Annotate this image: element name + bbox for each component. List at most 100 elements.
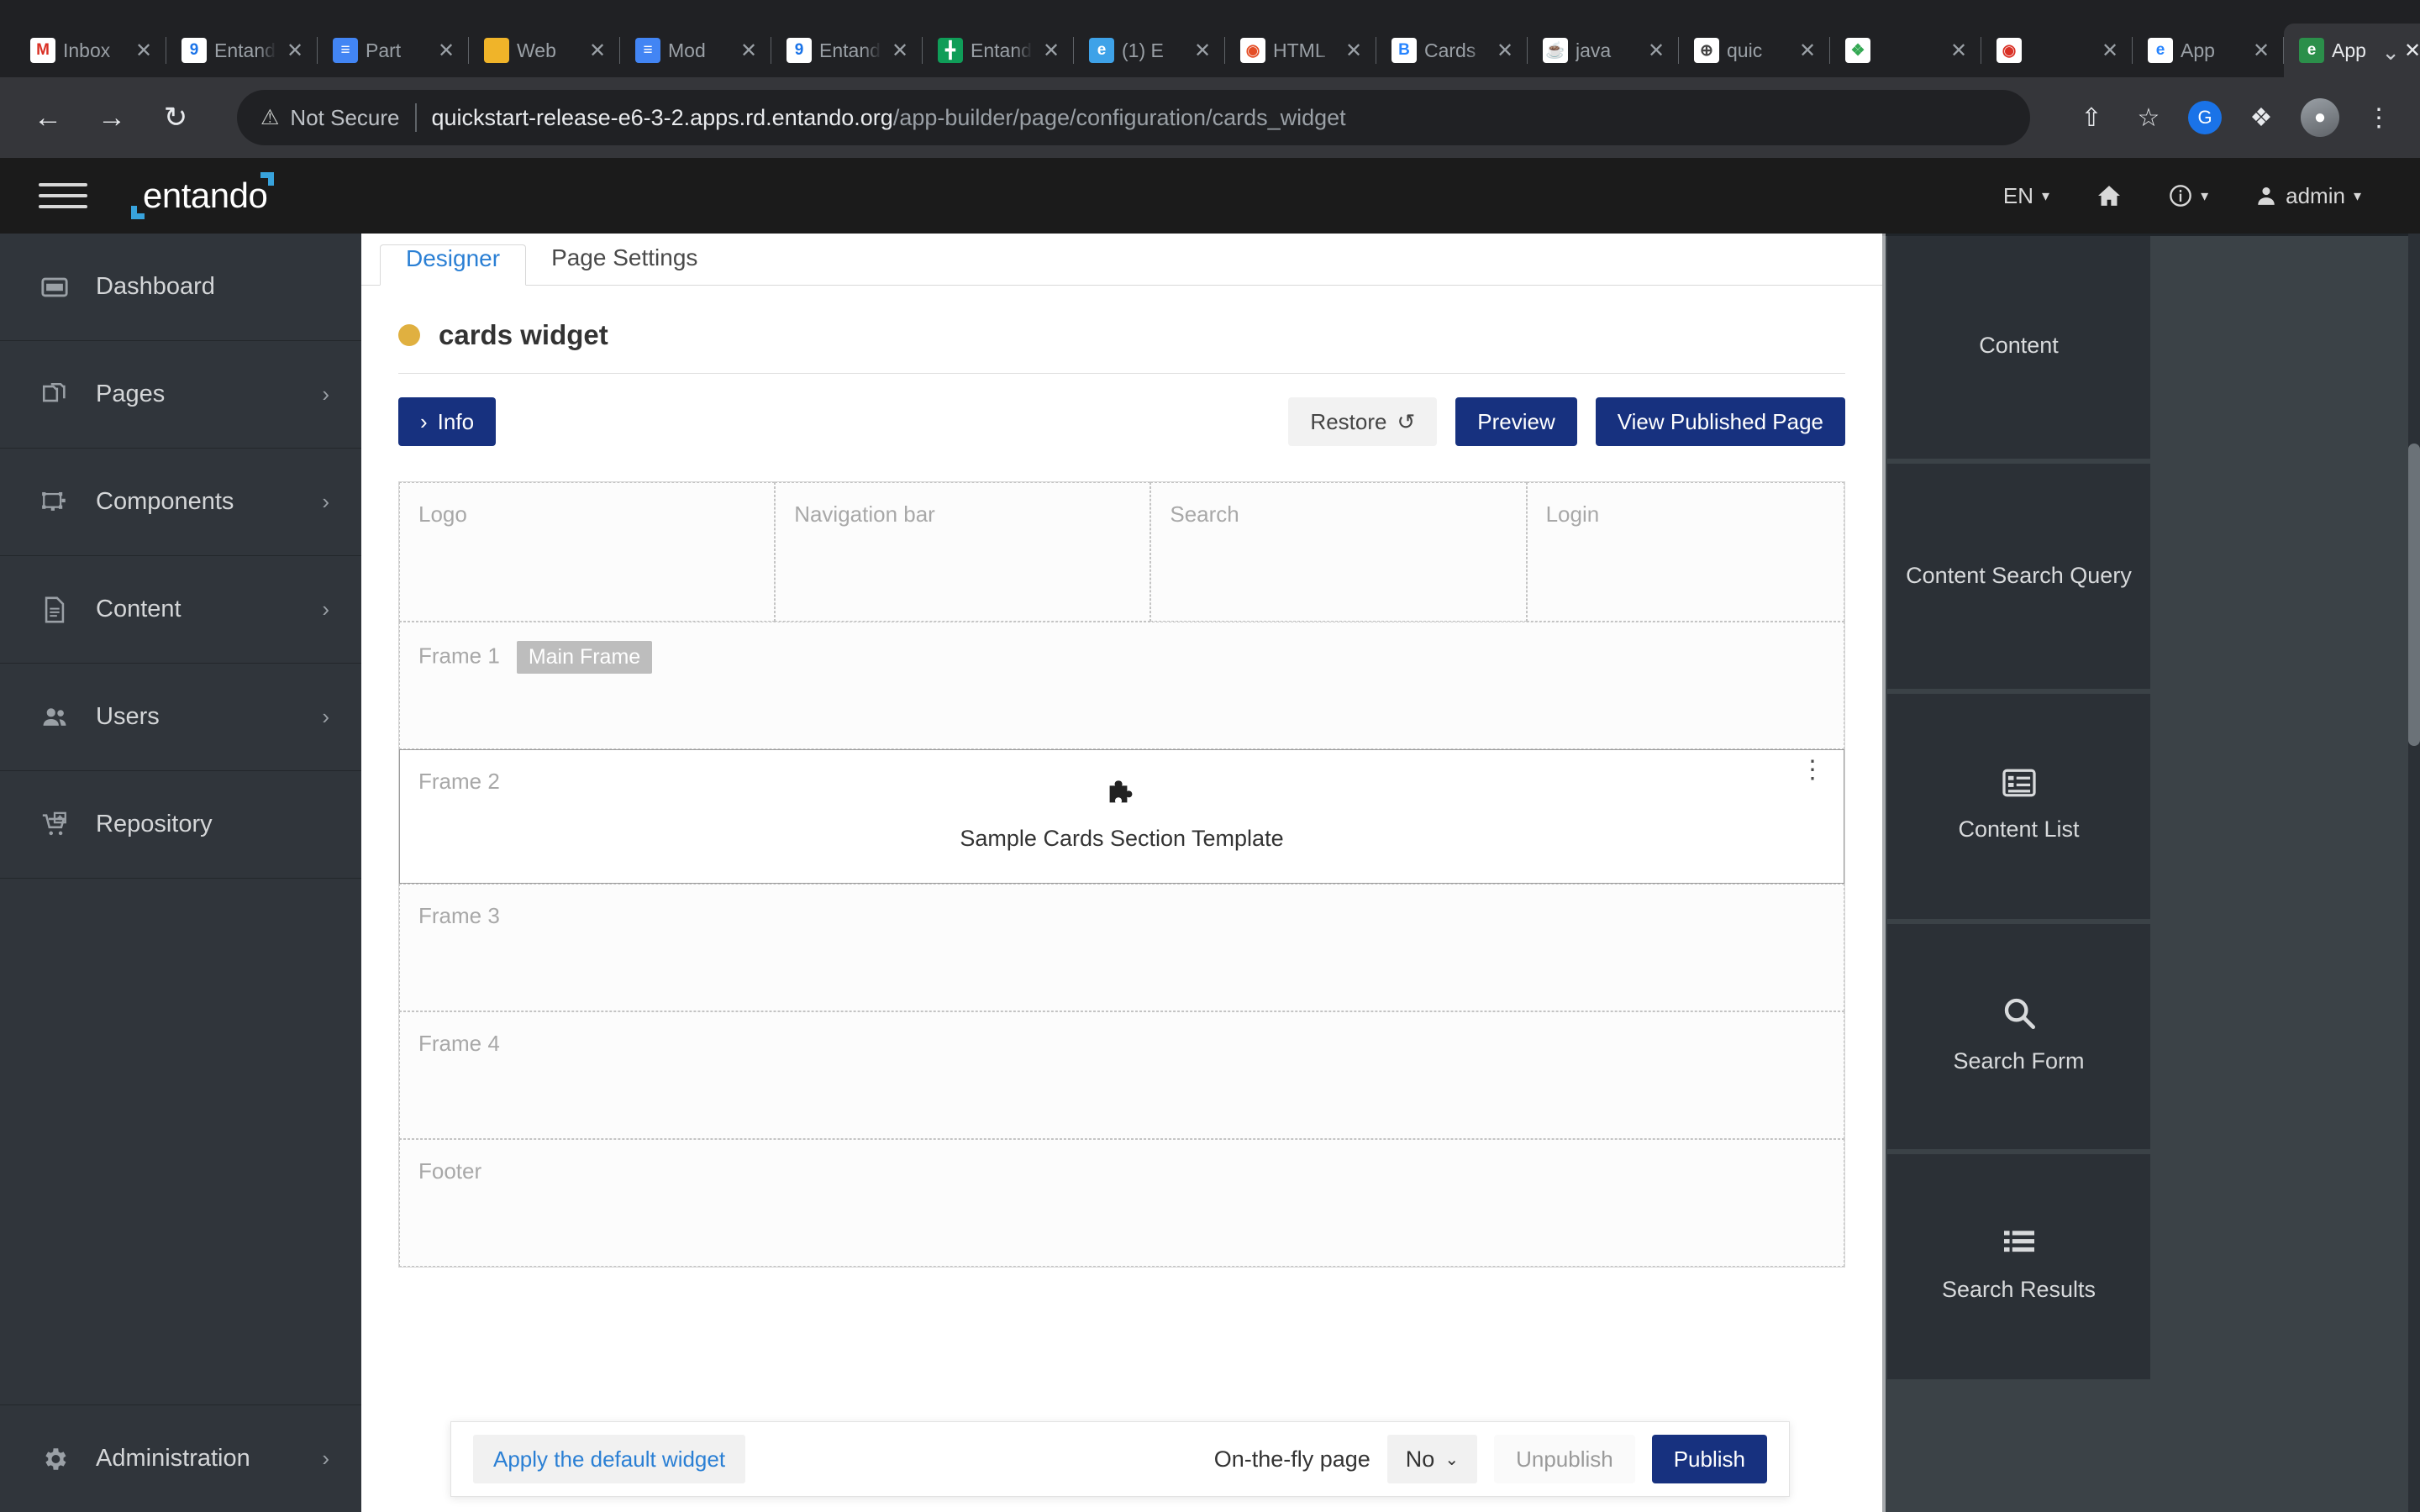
browser-tab[interactable]: ≡ Mod ✕ (620, 24, 771, 77)
info-button[interactable]: › Info (398, 397, 497, 446)
frame-widget[interactable]: Sample Cards Section Template (400, 779, 1844, 852)
close-icon[interactable]: ✕ (1948, 39, 1970, 63)
language-selector[interactable]: EN ▾ (1980, 158, 2073, 234)
address-bar[interactable]: ⚠ Not Secure quickstart-release-e6-3-2.a… (237, 90, 2030, 145)
restore-button[interactable]: Restore ↺ (1288, 397, 1438, 446)
help-menu[interactable]: ▾ (2145, 158, 2232, 234)
widget-tile[interactable]: Search Results (1887, 1154, 2150, 1379)
browser-tab[interactable]: 9 Entando ✕ (166, 24, 318, 77)
apply-default-widget-button[interactable]: Apply the default widget (473, 1435, 746, 1483)
browser-tab[interactable]: B Cards ✕ (1376, 24, 1528, 77)
browser-tabs: M Inbox ✕ 9 Entando ✕ ≡ Part ✕ Web ✕ ≡ Mod ✕ 9 Entando… (0, 0, 2420, 77)
close-icon[interactable]: ✕ (1040, 39, 1062, 63)
designer-header-cell[interactable]: Navigation bar (775, 482, 1151, 622)
close-icon[interactable]: ✕ (1494, 39, 1516, 63)
designer-header-cell[interactable]: Search (1150, 482, 1527, 622)
widget-tile[interactable]: Content (1887, 234, 2150, 459)
forward-button[interactable]: → (87, 93, 136, 142)
close-icon[interactable]: ✕ (1343, 39, 1365, 63)
widget-tile[interactable]: Content List (1887, 694, 2150, 919)
browser-tab[interactable]: ⊕ quic ✕ (1679, 24, 1830, 77)
view-published-page-button[interactable]: View Published Page (1595, 397, 1845, 446)
extensions-icon[interactable]: ❖ (2244, 103, 2279, 133)
browser-tab[interactable]: ≡ Part ✕ (318, 24, 469, 77)
designer-frame-label: Footer (418, 1158, 482, 1184)
browser-tab[interactable]: ◉ HTML ✕ (1225, 24, 1376, 77)
sidebar-item-label: Components (96, 488, 234, 515)
chevron-right-icon: › (322, 596, 329, 622)
close-icon[interactable]: ✕ (435, 39, 457, 63)
browser-tab-title: Entando (214, 39, 276, 61)
close-icon[interactable]: ✕ (284, 39, 306, 63)
preview-button[interactable]: Preview (1455, 397, 1577, 446)
profile-avatar[interactable]: ● (2301, 98, 2339, 137)
designer-frame-row: Footer (399, 1139, 1844, 1267)
sidebar-item-administration[interactable]: Administration › (0, 1404, 361, 1512)
entando-logo[interactable]: entando (131, 172, 275, 219)
widget-tile-label: Content Search Query (1906, 563, 2132, 589)
close-icon[interactable]: ✕ (1192, 39, 1213, 63)
browser-tab-title: Inbox (63, 39, 111, 61)
grammarly-extension-icon[interactable]: G (2188, 101, 2222, 134)
browser-tab[interactable]: M Inbox ✕ (15, 24, 166, 77)
designer-frame[interactable]: Frame 1 Main Frame (399, 622, 1844, 749)
browser-tab[interactable]: e (1) E ✕ (1074, 24, 1225, 77)
close-icon[interactable]: ✕ (738, 39, 760, 63)
sidebar-item-repository[interactable]: Repository (0, 771, 361, 879)
on-the-fly-page-select[interactable]: No ⌄ (1386, 1435, 1478, 1483)
designer-frame[interactable]: Footer (399, 1139, 1844, 1267)
tab-list-chevron-icon[interactable]: ⌄ (2381, 39, 2400, 66)
sidebar-item-content[interactable]: Content › (0, 556, 361, 664)
panel-scrollbar-thumb[interactable] (2408, 444, 2420, 746)
close-icon[interactable]: ✕ (587, 39, 608, 63)
browser-tab[interactable]: ◉ ✕ (1981, 24, 2133, 77)
designer-header-cell[interactable]: Login (1526, 482, 1844, 622)
designer-frame[interactable]: Frame 2 ⋮ Sample Cards Section Template (399, 749, 1844, 884)
reload-button[interactable]: ↻ (151, 93, 200, 142)
sidebar-item-users[interactable]: Users › (0, 664, 361, 771)
browser-tab[interactable]: ❖ ✕ (1830, 24, 1981, 77)
unpublish-button[interactable]: Unpublish (1494, 1435, 1635, 1483)
frame-kebab-menu-icon[interactable]: ⋮ (1800, 758, 1825, 782)
user-menu[interactable]: admin ▾ (2232, 158, 2385, 234)
close-icon[interactable]: ✕ (2402, 39, 2420, 63)
info-button-label: Info (437, 408, 475, 434)
panel-scrollbar-track[interactable] (2408, 234, 2420, 1512)
browser-tab[interactable]: 9 Entando ✕ (771, 24, 923, 77)
publish-button[interactable]: Publish (1651, 1435, 1767, 1483)
designer-frame-label: Frame 1 (418, 643, 500, 669)
designer-header-row: Logo Navigation bar Search Login (399, 482, 1844, 622)
back-button[interactable]: ← (24, 93, 72, 142)
close-icon[interactable]: ✕ (2250, 39, 2272, 63)
designer-frame[interactable]: Frame 3 (399, 884, 1844, 1011)
designer-header-cell[interactable]: Logo (399, 482, 776, 622)
close-icon[interactable]: ✕ (889, 39, 911, 63)
close-icon[interactable]: ✕ (133, 39, 155, 63)
close-icon[interactable]: ✕ (1645, 39, 1667, 63)
tab-page-settings[interactable]: Page Settings (526, 244, 723, 285)
browser-tab[interactable]: ╋ Entando ✕ (923, 24, 1074, 77)
chrome-menu-icon[interactable]: ⋮ (2361, 103, 2396, 133)
designer-frame-row: Frame 2 ⋮ Sample Cards Section Template (399, 749, 1844, 884)
menu-toggle-icon[interactable] (39, 183, 87, 208)
chevron-right-icon: › (322, 489, 329, 514)
browser-tab[interactable]: Web ✕ (469, 24, 620, 77)
close-icon[interactable]: ✕ (1797, 39, 1818, 63)
bookmark-star-icon[interactable]: ☆ (2131, 103, 2166, 133)
browser-tab[interactable]: e App ✕ (2133, 24, 2284, 77)
sidebar-item-dashboard[interactable]: Dashboard (0, 234, 361, 341)
sidebar-item-pages[interactable]: Pages › (0, 341, 361, 449)
close-icon[interactable]: ✕ (2099, 39, 2121, 63)
calendar-icon: 9 (786, 38, 812, 63)
designer-frame[interactable]: Frame 4 (399, 1011, 1844, 1139)
browser-tab[interactable]: ☕ java ✕ (1528, 24, 1679, 77)
chevron-right-icon: › (322, 1446, 329, 1471)
home-button[interactable] (2073, 158, 2145, 234)
sidebar-item-components[interactable]: Components › (0, 449, 361, 556)
browser-tab-title: Cards (1424, 39, 1476, 61)
widget-tile[interactable]: Content Search Query (1887, 464, 2150, 689)
share-icon[interactable]: ⇧ (2074, 103, 2109, 133)
tab-designer[interactable]: Designer (380, 244, 527, 286)
widget-tile[interactable]: Search Form (1887, 924, 2150, 1149)
